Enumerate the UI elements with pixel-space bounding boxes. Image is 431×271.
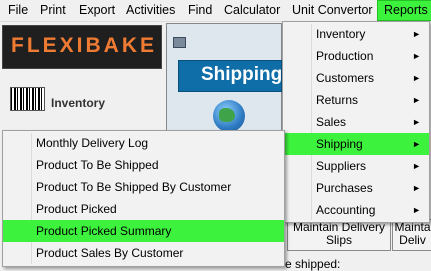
submenu-arrow-icon: ►	[412, 95, 421, 105]
menu-activities[interactable]: Activities	[120, 0, 181, 21]
shipping-item-product-picked[interactable]: Product Picked	[3, 198, 284, 220]
maintain-delivery-slips-button[interactable]: Maintain Delivery Slips	[287, 219, 391, 251]
maintain-delivery-button-partial[interactable]: Mainta Deliv	[392, 219, 431, 251]
logo-text: FLEXIBAKE	[11, 34, 158, 57]
maintain-delivery-partial-label: Mainta Deliv	[394, 220, 431, 247]
shipping-submenu: Monthly Delivery Log Product To Be Shipp…	[2, 130, 285, 267]
menu-find[interactable]: Find	[182, 0, 218, 21]
menu-unit-convertor[interactable]: Unit Convertor	[286, 0, 379, 21]
shipping-item-product-to-be-shipped-by-customer[interactable]: Product To Be Shipped By Customer	[3, 176, 284, 198]
submenu-arrow-icon: ►	[412, 183, 421, 193]
reports-item-suppliers-label: Suppliers	[316, 159, 367, 173]
reports-item-customers-label: Customers	[316, 71, 375, 85]
nav-inventory-label: Inventory	[51, 96, 106, 110]
reports-item-customers[interactable]: Customers ►	[283, 67, 429, 89]
flexibake-logo: FLEXIBAKE	[2, 25, 162, 69]
submenu-arrow-icon: ►	[412, 117, 421, 127]
submenu-arrow-icon: ►	[412, 161, 421, 171]
submenu-arrow-icon: ►	[412, 205, 421, 215]
menu-print[interactable]: Print	[34, 0, 72, 21]
globe-icon	[213, 100, 245, 132]
reports-item-inventory-label: Inventory	[316, 27, 366, 41]
reports-item-returns-label: Returns	[316, 93, 359, 107]
shipping-banner-label: Shipping	[201, 64, 283, 85]
shipping-item-product-to-be-shipped[interactable]: Product To Be Shipped	[3, 154, 284, 176]
shipping-item-product-sales-by-customer[interactable]: Product Sales By Customer	[3, 242, 284, 264]
to-be-shipped-text: e shipped:	[285, 257, 341, 271]
menu-reports[interactable]: Reports	[377, 0, 431, 21]
shipping-banner: Shipping	[178, 60, 282, 92]
menu-export[interactable]: Export	[73, 0, 121, 21]
reports-item-production-label: Production	[316, 49, 374, 63]
barcode-icon	[10, 87, 45, 111]
menu-bar: File Print Export Activities Find Calcul…	[0, 0, 431, 22]
menu-file[interactable]: File	[2, 0, 34, 21]
reports-item-shipping-label: Shipping	[316, 137, 363, 151]
reports-item-returns[interactable]: Returns ►	[283, 89, 429, 111]
reports-item-inventory[interactable]: Inventory ►	[283, 23, 429, 45]
maintain-delivery-slips-label: Maintain Delivery Slips	[292, 220, 386, 247]
reports-item-suppliers[interactable]: Suppliers ►	[283, 155, 429, 177]
shipping-item-monthly-delivery-log[interactable]: Monthly Delivery Log	[3, 132, 284, 154]
reports-item-purchases-label: Purchases	[316, 181, 373, 195]
menu-calculator[interactable]: Calculator	[218, 0, 286, 21]
reports-item-accounting[interactable]: Accounting ►	[283, 199, 429, 221]
submenu-arrow-icon: ►	[412, 139, 421, 149]
reports-item-production[interactable]: Production ►	[283, 45, 429, 67]
submenu-arrow-icon: ►	[412, 29, 421, 39]
reports-item-accounting-label: Accounting	[316, 203, 376, 217]
nav-inventory[interactable]: Inventory	[2, 78, 162, 128]
reports-item-sales-label: Sales	[316, 115, 347, 129]
shipping-item-product-picked-summary[interactable]: Product Picked Summary	[3, 220, 284, 242]
reports-item-sales[interactable]: Sales ►	[283, 111, 429, 133]
submenu-arrow-icon: ►	[412, 51, 421, 61]
reports-menu: Inventory ► Production ► Customers ► Ret…	[282, 21, 430, 223]
submenu-arrow-icon: ►	[412, 73, 421, 83]
reports-item-purchases[interactable]: Purchases ►	[283, 177, 429, 199]
window-icon	[173, 37, 186, 48]
reports-item-shipping[interactable]: Shipping ►	[283, 133, 429, 155]
